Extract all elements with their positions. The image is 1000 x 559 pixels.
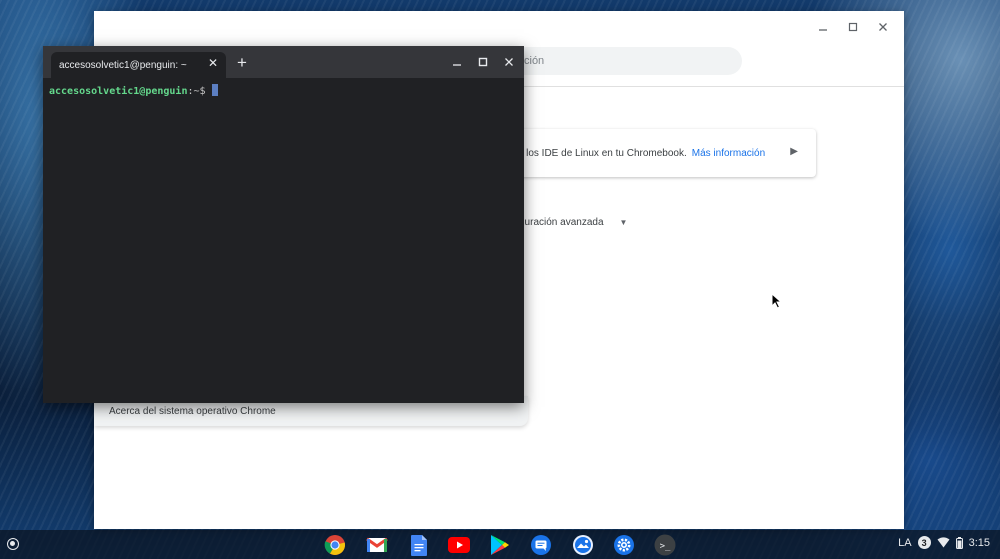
svg-text:>_: >_ xyxy=(660,542,671,552)
terminal-titlebar[interactable]: accesosolvetic1@penguin: ~ ✕ + xyxy=(43,46,524,78)
close-button[interactable] xyxy=(872,17,894,37)
tab-close-icon[interactable]: ✕ xyxy=(205,56,221,70)
status-area[interactable]: LA 3 3:15 xyxy=(898,536,990,549)
prompt-user-host: accesosolvetic1@penguin xyxy=(49,86,188,97)
launcher-button[interactable] xyxy=(7,538,19,550)
minimize-button[interactable] xyxy=(812,17,834,37)
terminal-maximize-button[interactable] xyxy=(472,52,494,72)
terminal-minimize-button[interactable] xyxy=(446,52,468,72)
photo-app-icon[interactable] xyxy=(572,534,594,556)
shelf: >_ LA 3 3:15 xyxy=(0,530,1000,559)
new-tab-button[interactable]: + xyxy=(232,54,252,72)
keyboard-layout-indicator: LA xyxy=(898,536,912,549)
gmail-icon[interactable] xyxy=(366,534,388,556)
minimize-icon xyxy=(453,64,461,66)
chevron-down-icon: ▼ xyxy=(619,218,628,227)
close-icon xyxy=(879,23,887,31)
chrome-icon[interactable] xyxy=(324,534,346,556)
advanced-settings-toggle[interactable]: guración avanzada ▼ xyxy=(519,217,627,228)
wifi-icon xyxy=(937,537,950,548)
search-placeholder: ción xyxy=(524,55,545,67)
maximize-icon xyxy=(478,57,488,67)
advanced-settings-label: guración avanzada xyxy=(519,217,604,228)
mouse-pointer-icon xyxy=(771,293,783,309)
more-info-link[interactable]: Más información xyxy=(692,148,765,159)
youtube-icon[interactable] xyxy=(448,534,470,556)
settings-window-controls xyxy=(812,17,894,37)
minimize-icon xyxy=(819,29,827,31)
terminal-tab[interactable]: accesosolvetic1@penguin: ~ ✕ xyxy=(51,52,226,78)
play-store-icon[interactable] xyxy=(489,534,511,556)
maximize-button[interactable] xyxy=(842,17,864,37)
terminal-window-controls xyxy=(446,52,520,72)
about-chrome-os-label: Acerca del sistema operativo Chrome xyxy=(109,405,276,417)
battery-icon xyxy=(955,536,963,549)
terminal-close-button[interactable] xyxy=(498,52,520,72)
terminal-window[interactable]: accesosolvetic1@penguin: ~ ✕ + accesosol… xyxy=(43,46,524,403)
terminal-tab-title: accesosolvetic1@penguin: ~ xyxy=(59,59,187,71)
prompt-path: :~$ xyxy=(187,86,206,97)
clock: 3:15 xyxy=(968,536,990,549)
docs-icon[interactable] xyxy=(408,534,430,556)
notification-count-badge: 3 xyxy=(917,536,931,549)
chevron-right-icon: ▶ xyxy=(790,146,798,157)
settings-search-input[interactable]: ción xyxy=(514,47,742,75)
text-cursor xyxy=(211,84,218,96)
linux-settings-card[interactable]: o y los IDE de Linux en tu Chromebook. M… xyxy=(494,129,816,177)
maximize-icon xyxy=(848,22,858,32)
linux-card-text: o y los IDE de Linux en tu Chromebook. xyxy=(510,147,687,159)
terminal-icon[interactable]: >_ xyxy=(654,534,676,556)
close-icon xyxy=(505,58,513,66)
terminal-output[interactable]: accesosolvetic1@penguin:~$ xyxy=(49,84,218,97)
settings-icon[interactable] xyxy=(613,534,635,556)
messages-icon[interactable] xyxy=(530,534,552,556)
